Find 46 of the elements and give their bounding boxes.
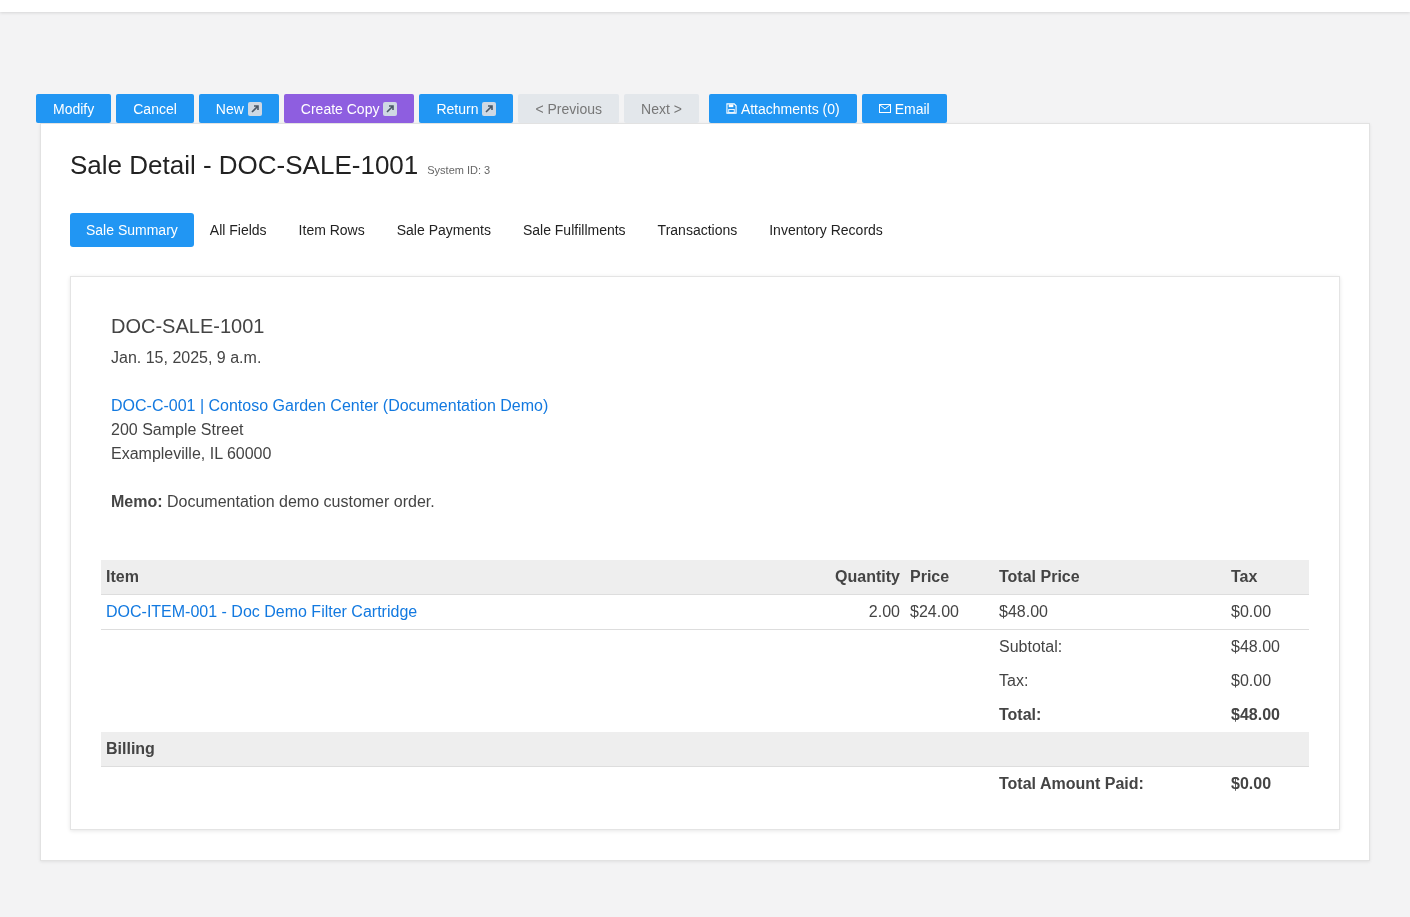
address-line: 200 Sample Street — [111, 420, 245, 440]
system-id: System ID: 3 — [427, 164, 491, 176]
page-title: Sale Detail - DOC-SALE-1001 — [70, 150, 419, 181]
tab[interactable]: Sale Summary — [70, 213, 194, 247]
total-value: $0.00 — [1230, 671, 1273, 691]
tab[interactable]: Transactions — [641, 213, 754, 247]
column-header: Quantity — [795, 560, 905, 595]
action-button[interactable]: Modify — [36, 94, 112, 123]
total-label: Subtotal: — [994, 629, 1226, 664]
action-button[interactable]: Create Copy — [283, 94, 415, 123]
envelope-icon — [878, 104, 891, 113]
external-link-icon — [383, 101, 398, 116]
column-header: Item — [101, 560, 795, 595]
total-label: Total Amount Paid: — [994, 766, 1226, 801]
action-button[interactable]: Email — [861, 94, 947, 123]
customer-link[interactable]: DOC-C-001 | Contoso Garden Center (Documentation Demo) — [111, 394, 1309, 418]
action-button[interactable]: New — [198, 94, 279, 123]
tab[interactable]: Inventory Records — [753, 213, 899, 247]
floppy-icon — [725, 103, 737, 114]
total-value: $48.00 — [1226, 698, 1309, 732]
action-button[interactable]: Return — [419, 94, 514, 123]
item-link[interactable]: DOC-ITEM-001 - Doc Demo Filter Cartridge — [106, 603, 418, 620]
table-cell: $24.00 — [905, 594, 994, 630]
total-label: Tax: — [998, 671, 1030, 691]
memo-text: Memo: Documentation demo customer order. — [111, 492, 436, 512]
action-button[interactable]: Cancel — [116, 94, 194, 123]
total-label: Total: — [994, 698, 1226, 732]
total-value: $0.00 — [1226, 766, 1309, 801]
document-number: DOC-SALE-1001 — [111, 315, 266, 338]
external-link-icon — [482, 101, 497, 116]
column-header: Tax — [1226, 560, 1309, 595]
tab[interactable]: Item Rows — [282, 213, 381, 247]
total-value: $48.00 — [1226, 629, 1309, 664]
sale-date: Jan. 15, 2025, 9 a.m. — [111, 348, 263, 368]
section-heading: Billing — [101, 732, 1309, 767]
table-cell: $48.00 — [994, 594, 1226, 630]
tab[interactable]: All Fields — [193, 213, 283, 247]
address-line: Exampleville, IL 60000 — [111, 444, 273, 464]
column-header: Total Price — [994, 560, 1226, 595]
tab[interactable]: Sale Fulfillments — [506, 213, 642, 247]
tab[interactable]: Sale Payments — [380, 213, 507, 247]
table-cell: 2.00 — [795, 594, 905, 630]
external-link-icon — [247, 101, 262, 116]
action-button[interactable]: Attachments (0) — [708, 94, 857, 123]
table-cell: $0.00 — [1226, 594, 1309, 630]
column-header: Price — [905, 560, 994, 595]
